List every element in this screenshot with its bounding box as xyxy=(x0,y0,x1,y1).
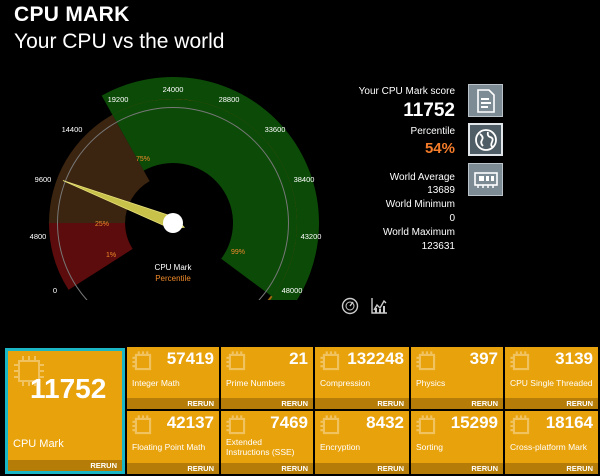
tile-value: 57419 xyxy=(166,349,214,368)
rerun-button[interactable]: RERUN xyxy=(505,463,598,474)
tile-encryption[interactable]: 8432 Encryption RERUN xyxy=(315,411,409,474)
percentile-label-75: 75% xyxy=(136,156,150,163)
tile-value: 11752 xyxy=(30,373,107,404)
tile-label: CPU Single Threaded xyxy=(510,378,593,388)
gauge-tick-label: 4800 xyxy=(30,232,47,241)
score-label: Your CPU Mark score xyxy=(358,86,455,97)
cpu-chip-icon xyxy=(510,415,530,435)
gauge-tick-label: 28800 xyxy=(219,95,240,104)
rerun-button[interactable]: RERUN xyxy=(315,398,409,409)
world-average-value: 13689 xyxy=(427,185,455,196)
tile-physics[interactable]: 397 Physics RERUN xyxy=(411,347,503,409)
tile-extended-instructions[interactable]: 7469 Extended Instructions (SSE) RERUN xyxy=(221,411,313,474)
tile-cpu-single-threaded[interactable]: 3139 CPU Single Threaded RERUN xyxy=(505,347,598,409)
rerun-button[interactable]: RERUN xyxy=(221,398,313,409)
rerun-button[interactable]: RERUN xyxy=(315,463,409,474)
rerun-button[interactable]: RERUN xyxy=(221,463,313,474)
document-chart-button[interactable] xyxy=(468,84,503,117)
tile-label: Encryption xyxy=(320,442,361,452)
tile-floating-point-math[interactable]: 42137 Floating Point Math RERUN xyxy=(127,411,219,474)
rerun-button[interactable]: RERUN xyxy=(127,463,219,474)
world-minimum-label: World Minimum xyxy=(385,199,455,210)
gauge-zone-low-fill xyxy=(49,223,133,290)
gauge-tick-label: 48000 xyxy=(282,286,303,295)
tile-value: 132248 xyxy=(347,349,404,368)
tile-label: Sorting xyxy=(416,442,443,452)
gauge-tick-label: 43200 xyxy=(301,232,322,241)
tile-label: CPU Mark xyxy=(13,438,64,450)
world-maximum-label: World Maximum xyxy=(382,227,455,238)
tile-value: 7469 xyxy=(270,413,308,432)
cpu-chip-icon xyxy=(320,351,340,371)
rerun-button[interactable]: RERUN xyxy=(411,463,503,474)
cpu-chip-icon xyxy=(510,351,530,371)
tile-value: 42137 xyxy=(166,413,214,432)
gauge-tick-label: 33600 xyxy=(265,125,286,134)
cpu-chip-icon xyxy=(132,351,152,371)
tile-cpu-mark[interactable]: 11752 CPU Mark RERUN xyxy=(5,348,125,474)
chart-icon[interactable] xyxy=(370,297,388,315)
tile-label: Physics xyxy=(416,378,446,388)
percentile-label-99: 99% xyxy=(231,249,245,256)
cpu-chip-icon xyxy=(132,415,152,435)
gauge-tick-label: 19200 xyxy=(108,95,129,104)
tile-label: Floating Point Math xyxy=(132,442,206,452)
rerun-button[interactable]: RERUN xyxy=(8,460,122,471)
test-results-tiles: 11752 CPU Mark RERUN 57419 Integer Math … xyxy=(0,345,600,476)
tile-value: 3139 xyxy=(555,349,593,368)
cpu-chip-icon xyxy=(416,415,436,435)
tile-sorting[interactable]: 15299 Sorting RERUN xyxy=(411,411,503,474)
video-card-icon xyxy=(473,171,498,188)
world-average-label: World Average xyxy=(389,172,455,183)
gauge-hub xyxy=(163,213,183,233)
percentile-label-1: 1% xyxy=(106,252,116,259)
tile-integer-math[interactable]: 57419 Integer Math RERUN xyxy=(127,347,219,409)
gauge-tick-label: 38400 xyxy=(294,175,315,184)
page-title: CPU MARK xyxy=(14,3,130,26)
tile-label: Cross-platform Mark xyxy=(510,442,587,452)
cpu-chip-icon xyxy=(416,351,436,371)
tile-value: 18164 xyxy=(545,413,593,432)
gauge-tick-label: 14400 xyxy=(62,125,83,134)
gauge-icon[interactable] xyxy=(341,297,359,315)
gauge-center-label: CPU Mark xyxy=(155,263,193,272)
tile-prime-numbers[interactable]: 21 Prime Numbers RERUN xyxy=(221,347,313,409)
cpu-chip-icon xyxy=(320,415,340,435)
tile-compression[interactable]: 132248 Compression RERUN xyxy=(315,347,409,409)
tile-cross-platform-mark[interactable]: 18164 Cross-platform Mark RERUN xyxy=(505,411,598,474)
rerun-button[interactable]: RERUN xyxy=(127,398,219,409)
page-subtitle: Your CPU vs the world xyxy=(14,30,225,53)
video-card-button[interactable] xyxy=(468,163,503,196)
cpu-chip-icon xyxy=(226,415,246,435)
percentile-value: 54% xyxy=(424,140,455,157)
gauge-tick-label: 24000 xyxy=(163,85,184,94)
gauge-center-sublabel: Percentile xyxy=(155,274,191,283)
rerun-button[interactable]: RERUN xyxy=(411,398,503,409)
tile-value: 15299 xyxy=(450,413,498,432)
gauge-tick-label: 0 xyxy=(53,286,57,295)
tile-value: 21 xyxy=(289,349,308,368)
tile-label: Extended Instructions (SSE) xyxy=(226,437,295,457)
tile-value: 8432 xyxy=(366,413,404,432)
percentile-label-25: 25% xyxy=(95,221,109,228)
cpu-chip-icon xyxy=(226,351,246,371)
tile-value: 397 xyxy=(469,349,498,368)
tile-label: Compression xyxy=(320,378,371,388)
tile-label: Integer Math xyxy=(132,378,180,388)
world-button[interactable] xyxy=(468,123,503,156)
globe-icon xyxy=(474,128,497,151)
cpu-mark-gauge: 0 4800 9600 14400 19200 24000 28800 3360… xyxy=(30,77,322,300)
document-chart-icon xyxy=(476,88,495,113)
score-value: 11752 xyxy=(403,100,455,121)
gauge-tick-label: 9600 xyxy=(35,175,52,184)
world-maximum-value: 123631 xyxy=(421,241,455,252)
world-minimum-value: 0 xyxy=(449,213,455,224)
percentile-label: Percentile xyxy=(410,126,455,137)
rerun-button[interactable]: RERUN xyxy=(505,398,598,409)
tile-label: Prime Numbers xyxy=(226,378,286,388)
